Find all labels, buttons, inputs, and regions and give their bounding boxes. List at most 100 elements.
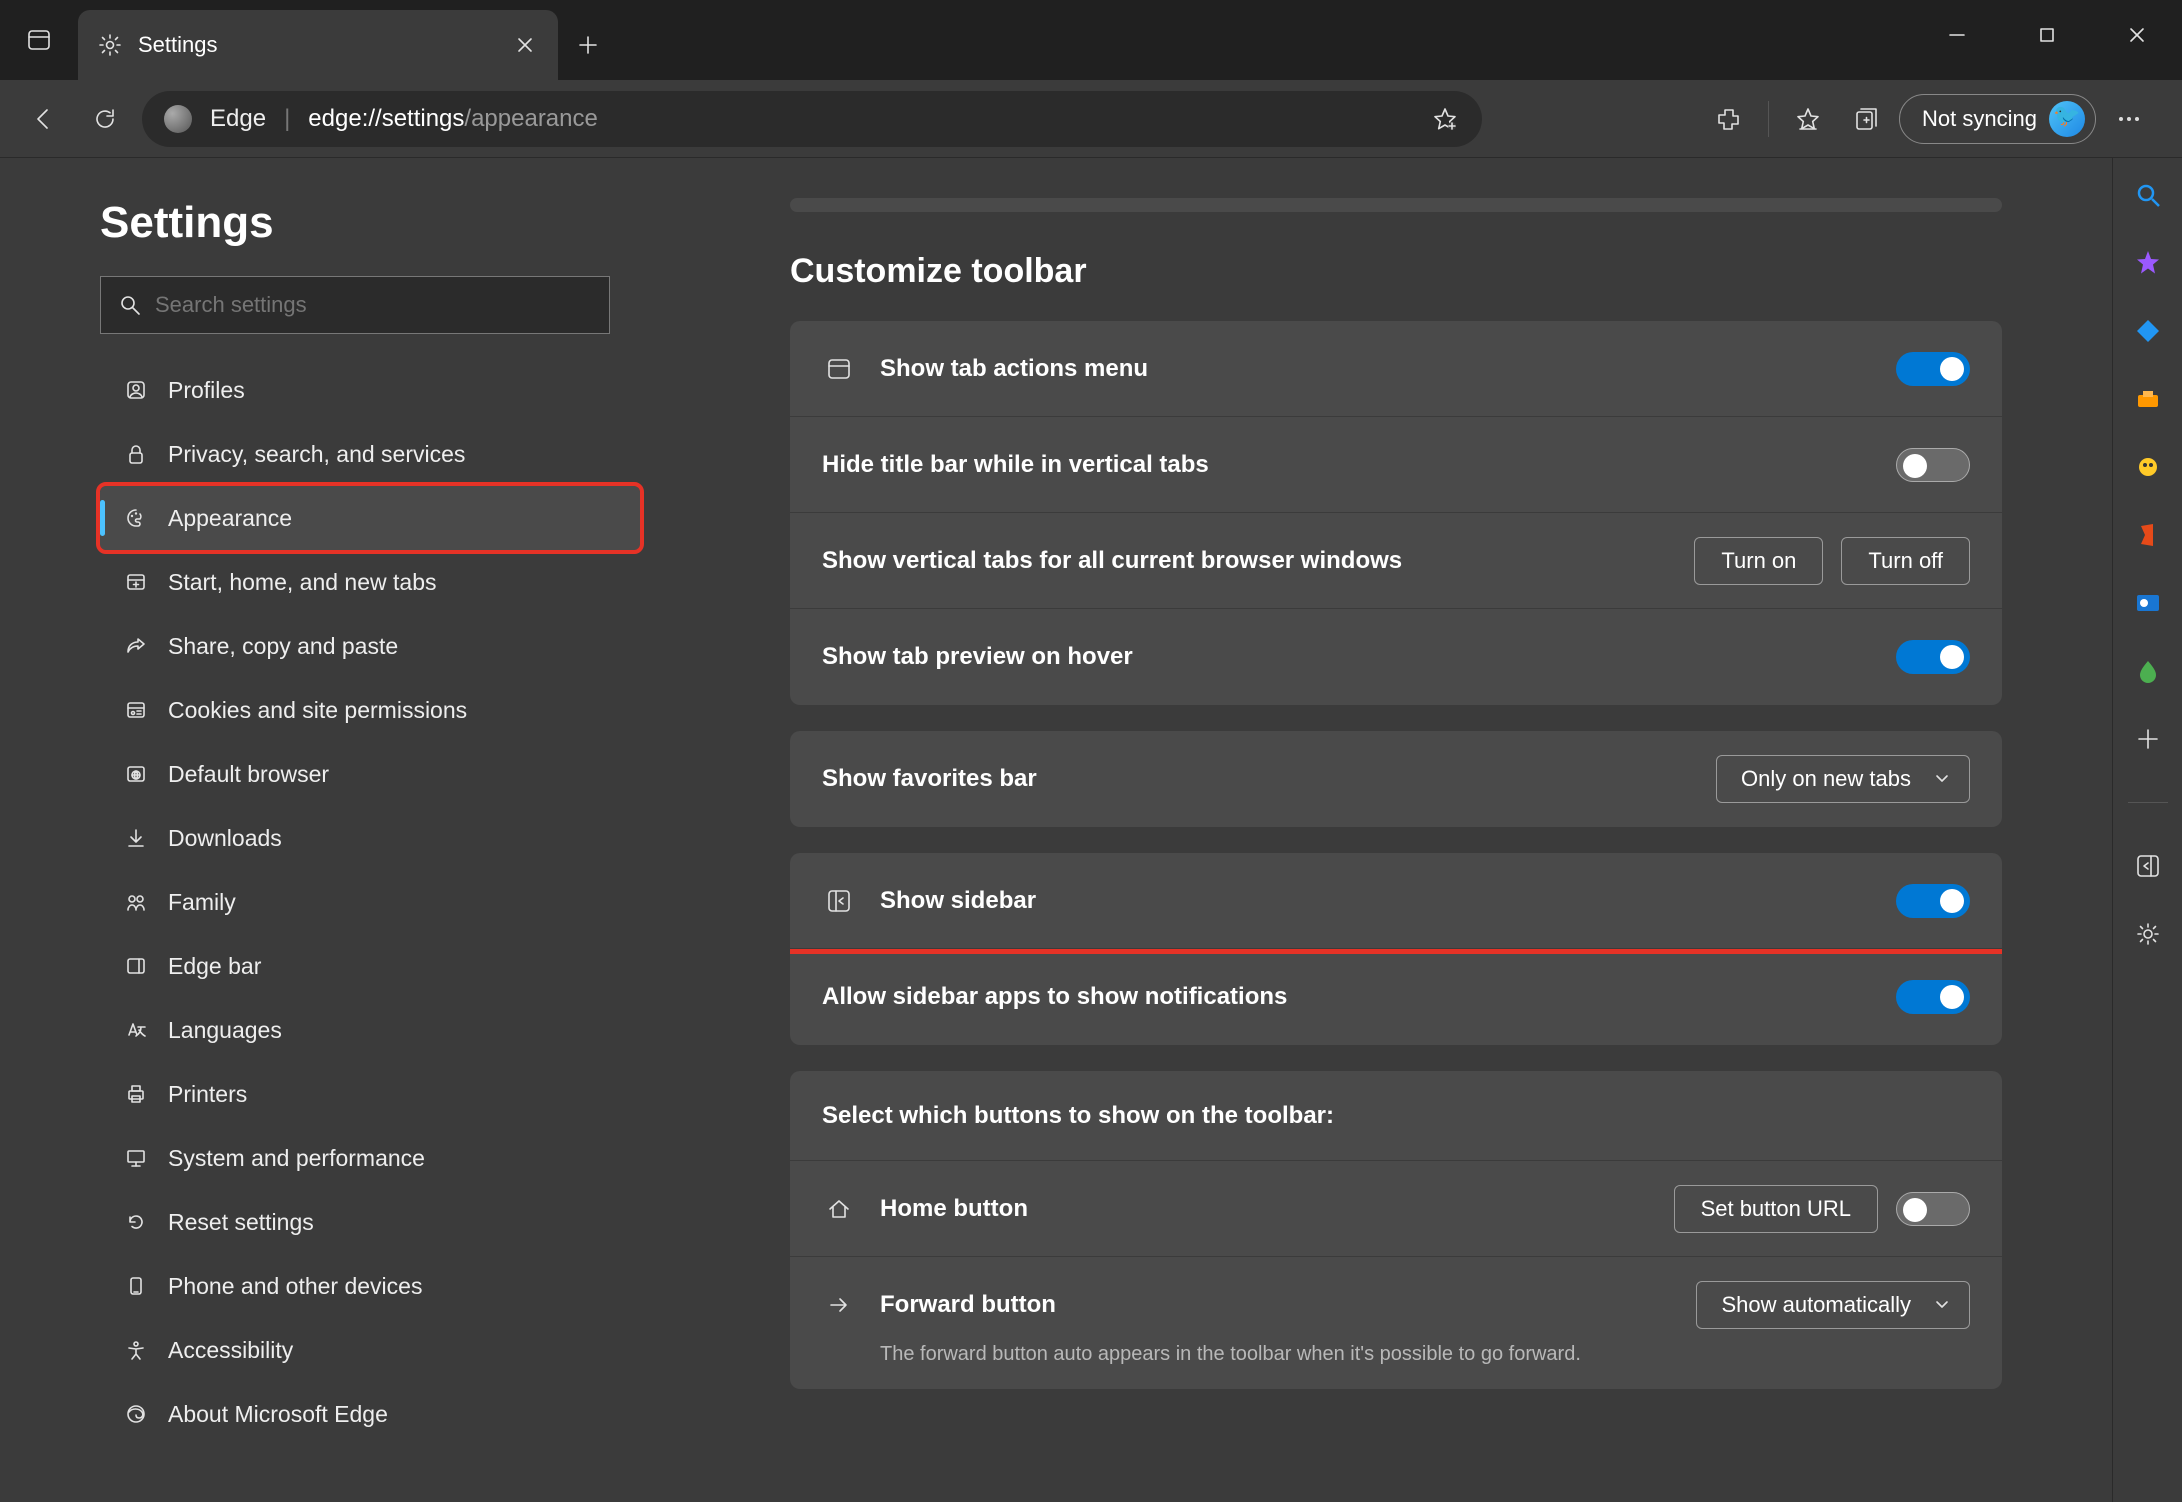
sidebar-drop-icon[interactable]: [2131, 654, 2165, 688]
setting-label: Show tab actions menu: [880, 355, 1896, 383]
sidebar-item-lock[interactable]: Privacy, search, and services: [100, 422, 640, 486]
sidebar-settings-icon[interactable]: [2131, 917, 2165, 951]
toggle-switch[interactable]: [1896, 1192, 1970, 1226]
toggle-switch[interactable]: [1896, 448, 1970, 482]
sidebar-item-edge[interactable]: About Microsoft Edge: [100, 1382, 640, 1446]
setting-row: Show tab actions menu: [790, 321, 2002, 417]
sidebar-item-phone[interactable]: Phone and other devices: [100, 1254, 640, 1318]
favorites-button[interactable]: [1783, 94, 1833, 144]
setting-row: Forward buttonShow automatically The for…: [790, 1257, 2002, 1389]
setting-label: Show sidebar: [880, 887, 1896, 915]
edge-sidebar: [2112, 158, 2182, 1502]
sidebar-item-label: System and performance: [168, 1145, 425, 1172]
dropdown[interactable]: Only on new tabs: [1716, 755, 1970, 803]
sidebar-item-printer[interactable]: Printers: [100, 1062, 640, 1126]
tab-close-button[interactable]: [512, 32, 538, 58]
dropdown[interactable]: Show automatically: [1696, 1281, 1970, 1329]
newtab-icon: [124, 570, 148, 594]
back-button[interactable]: [18, 94, 68, 144]
sidebar-item-label: Edge bar: [168, 953, 261, 980]
setting-row: Show favorites barOnly on new tabs: [790, 731, 2002, 827]
section-title: Customize toolbar: [790, 252, 2002, 291]
accessibility-icon: [124, 1338, 148, 1362]
home-icon: [822, 1192, 856, 1226]
sidebar-icon: [822, 884, 856, 918]
sidebar-item-label: Appearance: [168, 505, 292, 532]
sidebar-item-label: Privacy, search, and services: [168, 441, 465, 468]
edgebar-icon: [124, 954, 148, 978]
sidebar-copilot-icon[interactable]: [2131, 246, 2165, 280]
cookie-icon: [124, 698, 148, 722]
share-icon: [124, 634, 148, 658]
setting-row: Home buttonSet button URL: [790, 1161, 2002, 1257]
more-button[interactable]: [2104, 94, 2154, 144]
family-icon: [124, 890, 148, 914]
toggle-switch[interactable]: [1896, 352, 1970, 386]
sidebar-item-label: Languages: [168, 1017, 282, 1044]
setting-row: Show sidebar: [790, 853, 2002, 949]
setting-row: Show vertical tabs for all current brows…: [790, 513, 2002, 609]
collections-button[interactable]: [1841, 94, 1891, 144]
sidebar-item-label: Share, copy and paste: [168, 633, 398, 660]
sidebar-item-share[interactable]: Share, copy and paste: [100, 614, 640, 678]
titlebar: Settings: [0, 0, 2182, 80]
gear-icon: [98, 33, 122, 57]
download-icon: [124, 826, 148, 850]
sidebar-item-cookie[interactable]: Cookies and site permissions: [100, 678, 640, 742]
sidebar-item-label: Reset settings: [168, 1209, 314, 1236]
setting-description: The forward button auto appears in the t…: [822, 1343, 1970, 1366]
turn-on-button[interactable]: Turn on: [1694, 537, 1823, 585]
settings-main-panel[interactable]: Customize toolbar Show tab actions menu H…: [680, 158, 2112, 1502]
sidebar-item-accessibility[interactable]: Accessibility: [100, 1318, 640, 1382]
minimize-button[interactable]: [1912, 0, 2002, 70]
browser-tab[interactable]: Settings: [78, 10, 558, 80]
sidebar-item-palette[interactable]: Appearance: [100, 486, 640, 550]
sidebar-item-label: Start, home, and new tabs: [168, 569, 437, 596]
setting-row: Show tab preview on hover: [790, 609, 2002, 705]
refresh-button[interactable]: [80, 94, 130, 144]
sidebar-item-label: Profiles: [168, 377, 245, 404]
sidebar-item-reset[interactable]: Reset settings: [100, 1190, 640, 1254]
sidebar-item-label: Phone and other devices: [168, 1273, 422, 1300]
chevron-down-icon: [1933, 770, 1951, 788]
sidebar-item-label: About Microsoft Edge: [168, 1401, 388, 1428]
search-icon: [119, 294, 141, 316]
setting-row: Allow sidebar apps to show notifications: [790, 949, 2002, 1045]
sidebar-item-language[interactable]: Languages: [100, 998, 640, 1062]
sidebar-search-icon[interactable]: [2131, 178, 2165, 212]
sidebar-outlook-icon[interactable]: [2131, 586, 2165, 620]
sidebar-shopping-icon[interactable]: [2131, 314, 2165, 348]
sidebar-item-edgebar[interactable]: Edge bar: [100, 934, 640, 998]
sidebar-office-icon[interactable]: [2131, 518, 2165, 552]
reset-icon: [124, 1210, 148, 1234]
sidebar-tools-icon[interactable]: [2131, 382, 2165, 416]
sidebar-item-system[interactable]: System and performance: [100, 1126, 640, 1190]
toggle-switch[interactable]: [1896, 640, 1970, 674]
sidebar-item-download[interactable]: Downloads: [100, 806, 640, 870]
phone-icon: [124, 1274, 148, 1298]
sidebar-item-profile[interactable]: Profiles: [100, 358, 640, 422]
favorite-star-icon[interactable]: [1430, 104, 1460, 134]
setting-label: Forward button: [880, 1291, 1696, 1319]
sidebar-games-icon[interactable]: [2131, 450, 2165, 484]
sidebar-item-family[interactable]: Family: [100, 870, 640, 934]
tab-actions-button[interactable]: [0, 0, 78, 80]
extensions-button[interactable]: [1704, 94, 1754, 144]
address-bar[interactable]: Edge | edge://settings/appearance: [142, 91, 1482, 147]
close-window-button[interactable]: [2092, 0, 2182, 70]
turn-off-button[interactable]: Turn off: [1841, 537, 1970, 585]
maximize-button[interactable]: [2002, 0, 2092, 70]
sidebar-item-default-browser[interactable]: Default browser: [100, 742, 640, 806]
sidebar-add-icon[interactable]: [2131, 722, 2165, 756]
toggle-switch[interactable]: [1896, 884, 1970, 918]
sidebar-customize-icon[interactable]: [2131, 849, 2165, 883]
sidebar-item-newtab[interactable]: Start, home, and new tabs: [100, 550, 640, 614]
search-settings-input[interactable]: [155, 292, 591, 318]
new-tab-button[interactable]: [558, 10, 618, 80]
profile-sync-button[interactable]: Not syncing: [1899, 94, 2096, 144]
toggle-switch[interactable]: [1896, 980, 1970, 1014]
settings-sidebar: Settings ProfilesPrivacy, search, and se…: [0, 158, 680, 1502]
chevron-down-icon: [1933, 1296, 1951, 1314]
subsection-heading: Select which buttons to show on the tool…: [822, 1102, 1970, 1130]
set-url-button[interactable]: Set button URL: [1674, 1185, 1878, 1233]
